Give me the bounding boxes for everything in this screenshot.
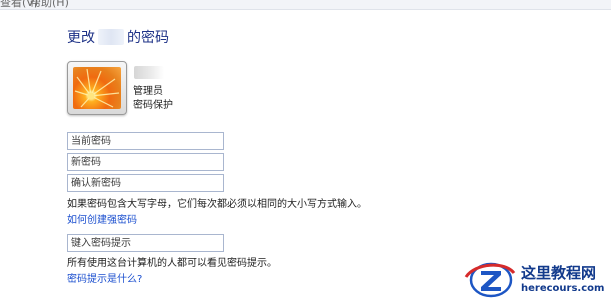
blurred-account-name (134, 66, 164, 79)
page-title: 更改 的密码 (67, 27, 169, 47)
password-hint-help-link[interactable]: 密码提示是什么? (67, 270, 142, 285)
page-title-suffix: 的密码 (127, 30, 169, 46)
flower-picture-icon (73, 67, 121, 109)
menu-item-help[interactable]: 帮助(H) (30, 0, 69, 9)
blurred-username (98, 29, 124, 45)
watermark-title: 这里教程网 (521, 264, 597, 282)
password-hint-field[interactable] (67, 234, 224, 252)
account-protection-status: 密码保护 (133, 100, 173, 111)
page-title-prefix: 更改 (67, 30, 95, 46)
case-sensitivity-note: 如果密码包含大写字母，它们每次都必须以相同的大小写方式输入。 (67, 199, 367, 210)
current-password-field[interactable] (67, 132, 224, 150)
user-avatar (67, 61, 127, 115)
new-password-field[interactable] (67, 153, 224, 171)
account-role: 管理员 (133, 86, 163, 97)
strong-password-link[interactable]: 如何创建强密码 (67, 211, 137, 226)
hint-visibility-note: 所有使用这台计算机的人都可以看见密码提示。 (67, 258, 277, 269)
menu-bar: 查看(V) 帮助(H) (0, 0, 611, 10)
watermark-url: herecours.com (521, 283, 605, 294)
flower-petals-icon (74, 68, 120, 108)
watermark-logo-icon (464, 262, 516, 298)
confirm-password-field[interactable] (67, 174, 224, 192)
